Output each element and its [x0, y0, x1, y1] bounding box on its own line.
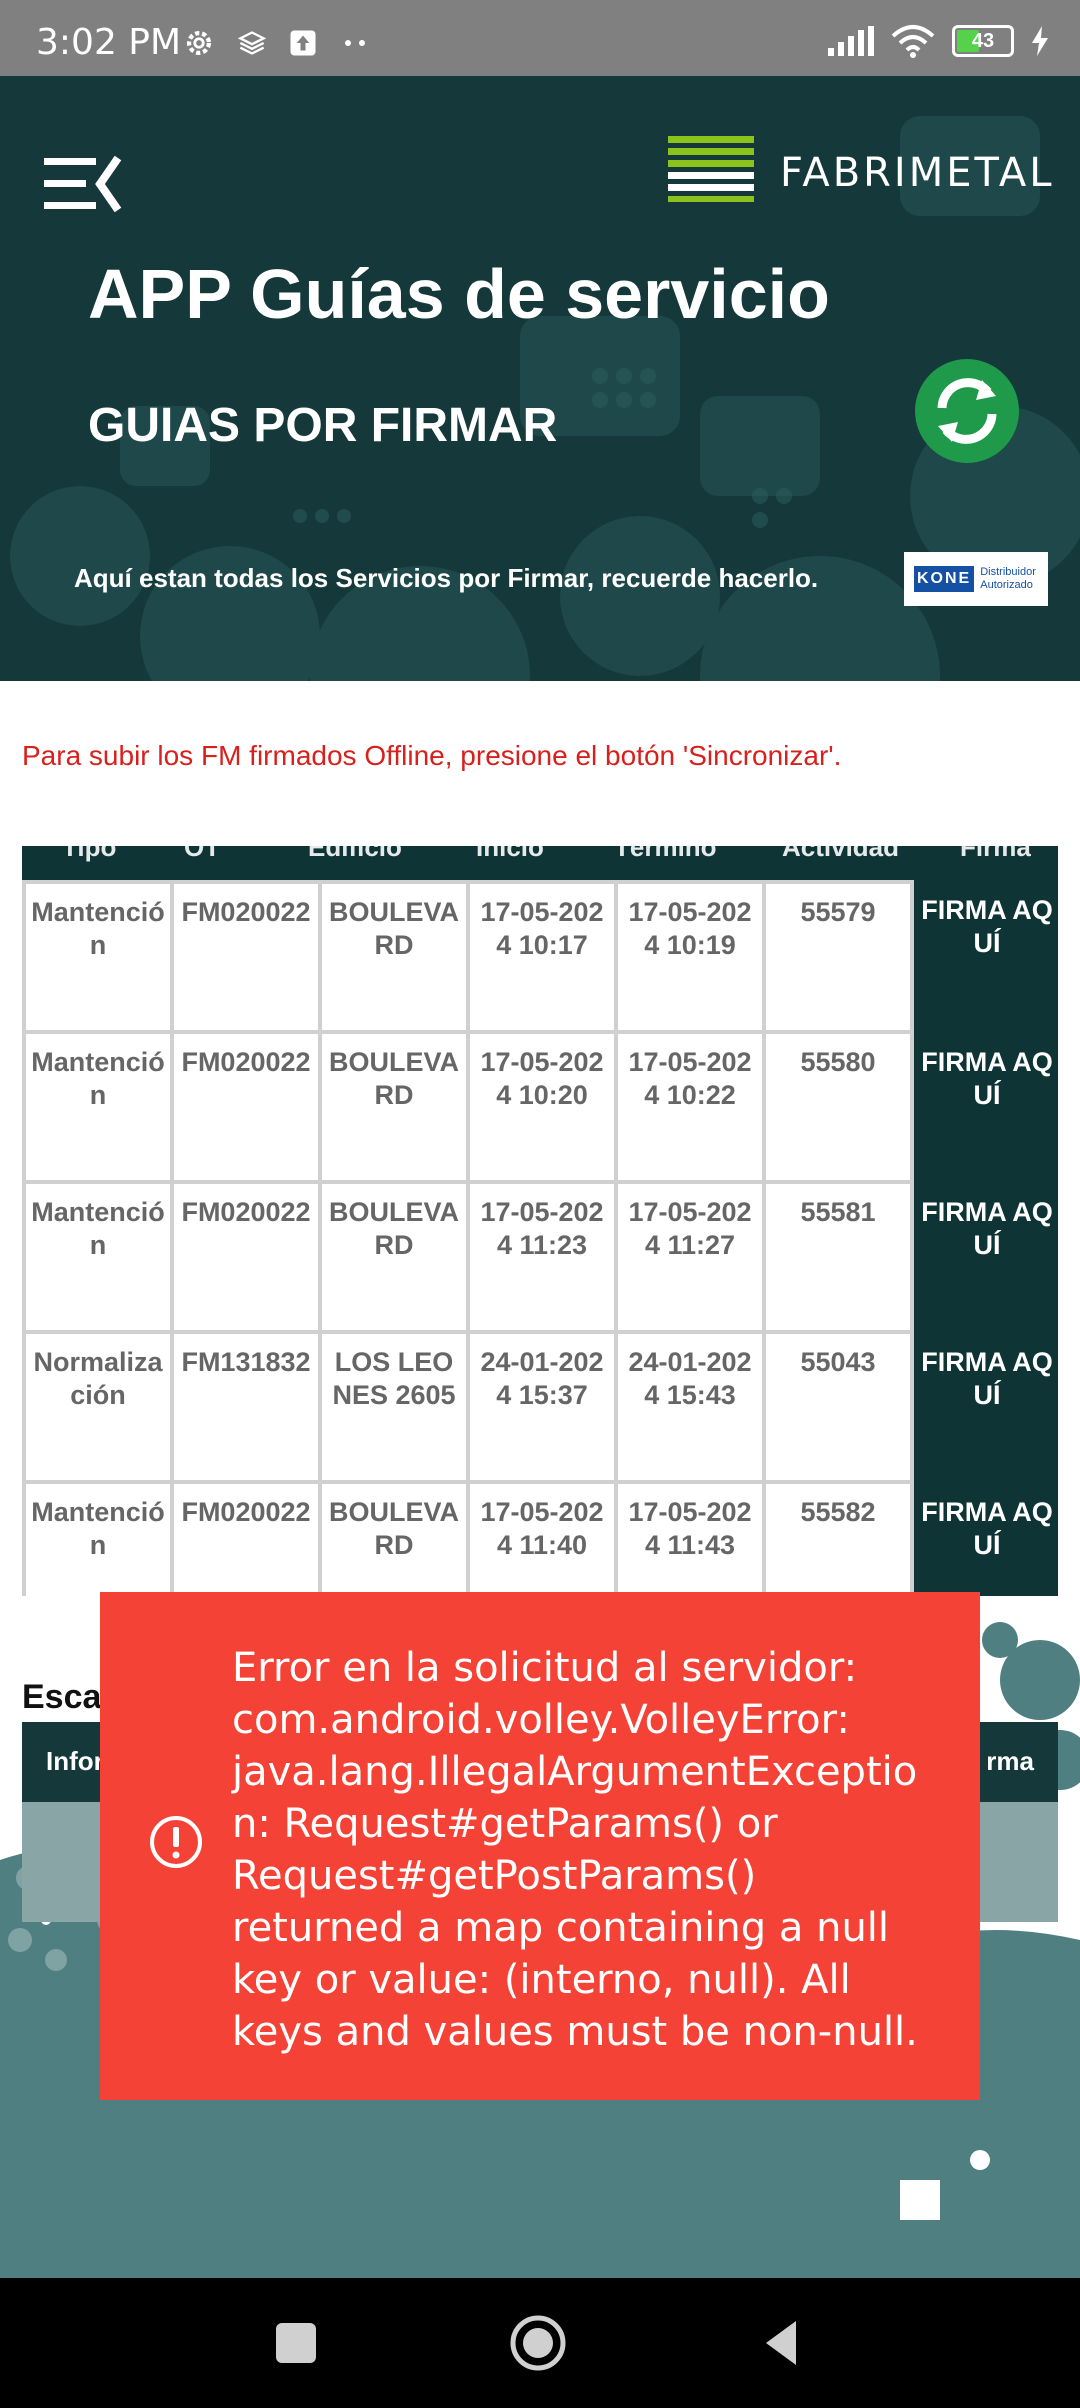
col-header-actividad: Actividad [782, 846, 900, 862]
table-row: Normalización FM131832 LOS LEONES 2605 2… [22, 1330, 1058, 1484]
cell-tipo: Mantención [22, 880, 174, 1034]
cell-ot: FM020022 [170, 1480, 322, 1596]
section-title: Esca [22, 1678, 102, 1716]
cell-inicio: 24-01-2024 15:37 [466, 1330, 618, 1484]
brand-logo: FABRIMETAL [668, 136, 1055, 202]
error-icon [150, 1816, 202, 1868]
upload-icon [290, 30, 316, 56]
cell-inicio: 17-05-2024 10:17 [466, 880, 618, 1034]
system-nav-bar [0, 2278, 1080, 2408]
header-banner: FABRIMETAL APP Guías de servicio GUIAS P… [0, 76, 1080, 681]
cell-edificio: BOULEVARD [318, 880, 470, 1034]
cell-termino: 17-05-2024 10:19 [614, 880, 766, 1034]
cell-tipo: Mantención [22, 1180, 174, 1334]
cell-actividad: 55043 [762, 1330, 914, 1484]
table-row: Mantención FM020022 BOULEVARD 17-05-2024… [22, 1180, 1058, 1334]
cell-termino: 17-05-2024 11:43 [614, 1480, 766, 1596]
sign-here-link[interactable]: FIRMA AQUÍ [912, 882, 1058, 1034]
settings-icon [186, 30, 212, 56]
error-toast: Error en la solicitud al servidor: com.a… [100, 1592, 980, 2100]
cell-ot: FM020022 [170, 880, 322, 1034]
cell-actividad: 55580 [762, 1030, 914, 1184]
guides-table-body: Mantención FM020022 BOULEVARD 17-05-2024… [22, 880, 1058, 1596]
cell-actividad: 55581 [762, 1180, 914, 1334]
section-header-right: rma [986, 1746, 1034, 1776]
table-header-partial: Tipo OT Edificio Inicio Término Activida… [22, 846, 1058, 880]
status-time: 3:02 PM [36, 22, 182, 63]
error-message: Error en la solicitud al servidor: com.a… [232, 1645, 918, 2055]
cell-tipo: Normalización [22, 1330, 174, 1484]
col-header-termino: Término [614, 846, 717, 862]
table-row: Mantención FM020022 BOULEVARD 17-05-2024… [22, 1030, 1058, 1184]
sign-here-link[interactable]: FIRMA AQUÍ [912, 1482, 1058, 1596]
battery-icon: 43 [952, 25, 1014, 57]
home-button[interactable] [508, 2313, 568, 2373]
status-bar: 3:02 PM 43 [0, 0, 1080, 76]
cell-termino: 17-05-2024 11:27 [614, 1180, 766, 1334]
cell-termino: 24-01-2024 15:43 [614, 1330, 766, 1484]
cell-actividad: 55579 [762, 880, 914, 1034]
more-dots-icon [345, 40, 365, 46]
cell-inicio: 17-05-2024 11:40 [466, 1480, 618, 1596]
cell-termino: 17-05-2024 10:22 [614, 1030, 766, 1184]
table-row: Mantención FM020022 BOULEVARD 17-05-2024… [22, 880, 1058, 1034]
section-header-left: Infor [46, 1746, 104, 1776]
back-button[interactable] [752, 2313, 812, 2373]
cell-tipo: Mantención [22, 1480, 174, 1596]
cell-tipo: Mantención [22, 1030, 174, 1184]
col-header-edificio: Edificio [308, 846, 402, 862]
col-header-tipo: Tipo [62, 846, 117, 862]
offline-sync-message: Para subir los FM firmados Offline, pres… [22, 740, 842, 771]
table-row: Mantención FM020022 BOULEVARD 17-05-2024… [22, 1480, 1058, 1596]
col-header-ot: OT [184, 846, 221, 862]
wifi-icon [891, 25, 935, 58]
col-header-firma: Firma [960, 846, 1031, 862]
sync-button[interactable] [912, 356, 1022, 466]
app-title: APP Guías de servicio [88, 255, 830, 333]
cell-edificio: LOS LEONES 2605 [318, 1330, 470, 1484]
brand-name: FABRIMETAL [780, 150, 1055, 196]
cell-ot: FM131832 [170, 1330, 322, 1484]
kone-logo: KONE Distribuidor Autorizado [904, 552, 1048, 606]
recents-button[interactable] [266, 2313, 326, 2373]
cell-inicio: 17-05-2024 11:23 [466, 1180, 618, 1334]
sign-here-link[interactable]: FIRMA AQUÍ [912, 1032, 1058, 1184]
menu-button[interactable] [42, 154, 122, 214]
col-header-inicio: Inicio [476, 846, 544, 862]
cell-edificio: BOULEVARD [318, 1180, 470, 1334]
cell-ot: FM020022 [170, 1030, 322, 1184]
page-subtitle: GUIAS POR FIRMAR [88, 399, 558, 452]
sign-here-link[interactable]: FIRMA AQUÍ [912, 1182, 1058, 1334]
cell-edificio: BOULEVARD [318, 1480, 470, 1596]
fabrimetal-logo-mark [668, 136, 754, 202]
cell-actividad: 55582 [762, 1480, 914, 1596]
layers-icon [238, 31, 266, 55]
sign-here-link[interactable]: FIRMA AQUÍ [912, 1332, 1058, 1484]
cell-inicio: 17-05-2024 10:20 [466, 1030, 618, 1184]
guides-table: Tipo OT Edificio Inicio Término Activida… [22, 846, 1058, 1596]
charging-icon [1032, 26, 1048, 56]
signal-icon [828, 26, 874, 56]
cell-ot: FM020022 [170, 1180, 322, 1334]
cell-edificio: BOULEVARD [318, 1030, 470, 1184]
header-note: Aquí estan todas los Servicios por Firma… [74, 563, 819, 593]
